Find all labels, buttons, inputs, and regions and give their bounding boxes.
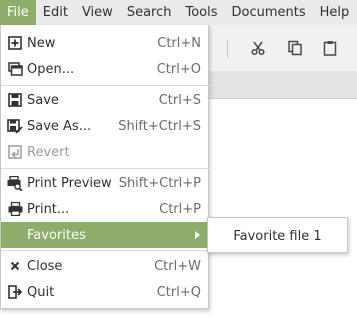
menu-search[interactable]: Search (120, 0, 179, 25)
menu-item-accelerator: Ctrl+O (156, 61, 201, 77)
menu-item-save[interactable]: Save Ctrl+S (1, 87, 209, 113)
close-icon (7, 258, 23, 274)
toolbar-separator (227, 40, 228, 58)
menu-item-label: Revert (27, 144, 70, 160)
menu-file[interactable]: File (0, 0, 36, 25)
menu-item-label: Favorites (27, 227, 86, 243)
print-icon (7, 201, 23, 217)
copy-icon[interactable] (285, 38, 305, 58)
menu-item-quit[interactable]: Quit Ctrl+Q (1, 279, 209, 305)
menu-item-accelerator: Ctrl+Q (156, 284, 201, 300)
favorites-submenu: Favorite file 1 (207, 217, 348, 253)
menu-item-open[interactable]: Open... Ctrl+O (1, 56, 209, 82)
file-menu: New Ctrl+N Open... Ctrl+O Save Ctrl+S Sa… (0, 25, 209, 309)
menu-item-label: Save (27, 92, 59, 108)
new-document-icon (7, 35, 23, 51)
menu-item-revert: Revert (1, 139, 209, 165)
menu-item-accelerator: Ctrl+P (159, 201, 201, 217)
menu-item-label: Print Preview (27, 175, 112, 191)
menu-item-label: Print... (27, 201, 70, 217)
menu-item-accelerator: Ctrl+S (158, 92, 201, 108)
menu-item-save-as[interactable]: Save As... Shift+Ctrl+S (1, 113, 209, 139)
menu-separator (1, 168, 209, 169)
menu-item-accelerator: Shift+Ctrl+S (118, 118, 201, 134)
submenu-item-favorite-file[interactable]: Favorite file 1 (208, 223, 347, 249)
save-as-icon (7, 118, 23, 134)
menu-edit[interactable]: Edit (36, 0, 75, 25)
menu-item-accelerator: Shift+Ctrl+P (118, 175, 201, 191)
menubar: File Edit View Search Tools Documents He… (0, 0, 357, 25)
menu-item-label: New (27, 35, 56, 51)
menu-separator (1, 85, 209, 86)
menu-item-label: Quit (27, 284, 55, 300)
open-icon (7, 61, 23, 77)
cut-icon[interactable] (248, 38, 268, 58)
print-preview-icon (7, 175, 23, 191)
menu-separator (1, 250, 209, 251)
submenu-arrow-icon (195, 231, 200, 239)
submenu-item-label: Favorite file 1 (233, 228, 322, 244)
paste-icon[interactable] (320, 38, 340, 58)
menu-item-favorites[interactable]: Favorites (1, 222, 209, 248)
menu-tools[interactable]: Tools (178, 0, 224, 25)
menu-documents[interactable]: Documents (225, 0, 313, 25)
menu-item-close[interactable]: Close Ctrl+W (1, 253, 209, 279)
menu-view[interactable]: View (75, 0, 120, 25)
menu-item-print[interactable]: Print... Ctrl+P (1, 196, 209, 222)
menu-item-print-preview[interactable]: Print Preview Shift+Ctrl+P (1, 170, 209, 196)
menu-item-label: Open... (27, 61, 75, 77)
menu-item-label: Close (27, 258, 63, 274)
quit-icon (7, 284, 23, 300)
menu-help[interactable]: Help (313, 0, 357, 25)
menu-item-accelerator: Ctrl+N (157, 35, 201, 51)
menu-item-label: Save As... (27, 118, 92, 134)
revert-icon (7, 144, 23, 160)
save-icon (7, 92, 23, 108)
menu-item-accelerator: Ctrl+W (154, 258, 201, 274)
menu-item-new[interactable]: New Ctrl+N (1, 30, 209, 56)
